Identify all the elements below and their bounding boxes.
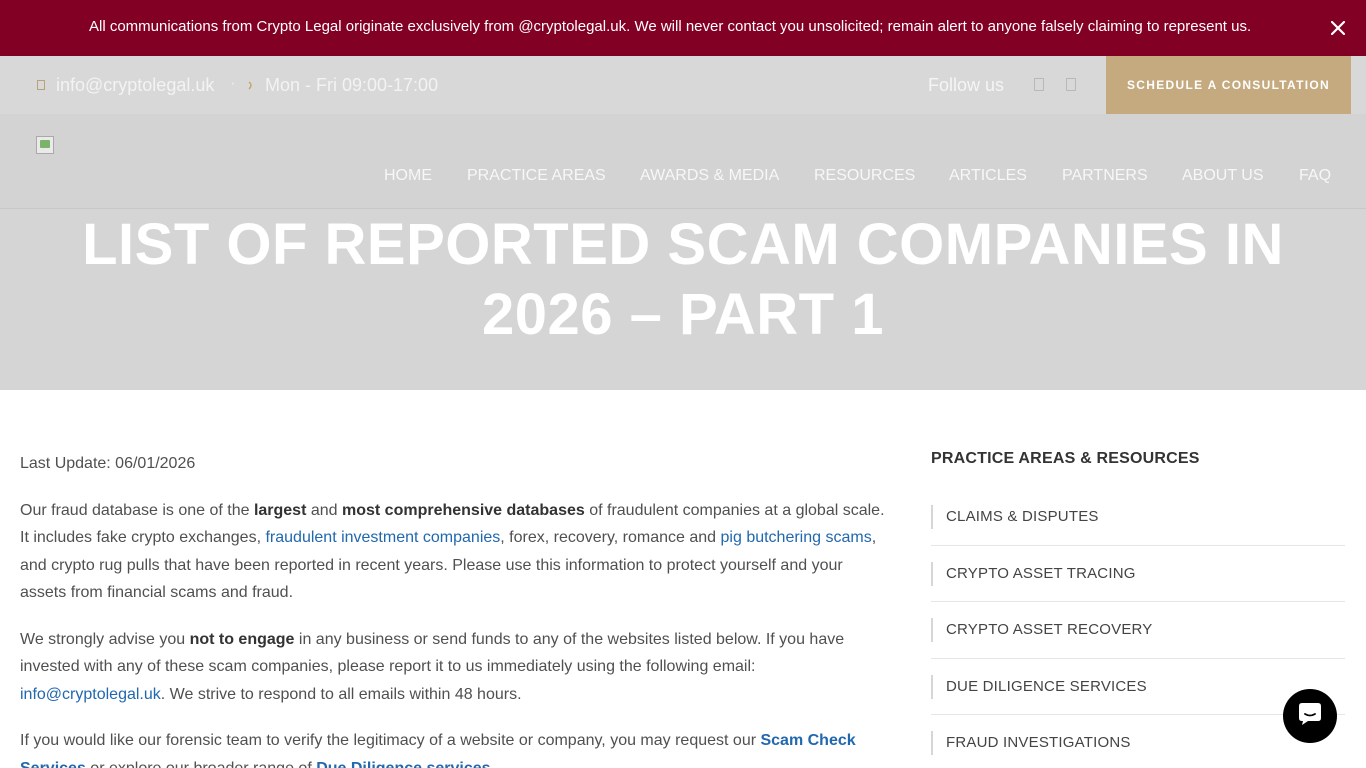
nav-about-us[interactable]: ABOUT US [1182,167,1264,185]
intro-paragraph: Our fraud database is one of the largest… [20,497,888,607]
text: . We strive to respond to all emails wit… [160,685,522,703]
text: , forex, recovery, romance and [500,529,721,546]
sidebar-item-crypto-asset-tracing[interactable]: CRYPTO ASSET TRACING [931,546,1345,602]
nav-home[interactable]: HOME [384,167,432,185]
nav-practice-areas[interactable]: PRACTICE AREAS [467,167,606,185]
clock-icon [247,78,255,92]
sidebar-item-label: CRYPTO ASSET TRACING [946,564,1136,582]
sidebar-item-label: CLAIMS & DISPUTES [946,508,1099,525]
sidebar-item-claims-disputes[interactable]: CLAIMS & DISPUTES [931,489,1345,546]
logo[interactable] [36,136,54,154]
sidebar-item-label: CRYPTO ASSET RECOVERY [946,621,1153,638]
topbar-email-link[interactable]: info@cryptolegal.uk [56,75,214,96]
sidebar-title: PRACTICE AREAS & RESOURCES [931,450,1200,467]
email-link[interactable]: info@cryptolegal.uk [20,686,161,703]
nav-awards-media[interactable]: AWARDS & MEDIA [640,167,779,185]
article-body: Last Update: 06/01/2026 Our fraud databa… [20,450,888,768]
due-diligence-link[interactable]: Due Diligence services [316,760,490,768]
topbar-separator: · [230,75,236,92]
text: and [306,501,342,519]
sidebar-item-crypto-asset-recovery[interactable]: CRYPTO ASSET RECOVERY [931,602,1345,659]
text: Our fraud database is one of the [20,501,254,519]
chat-button[interactable] [1283,689,1337,743]
scam-check-paragraph: If you would like our forensic team to v… [20,727,888,768]
last-update: Last Update: 06/01/2026 [20,455,196,472]
text: We strongly advise you [20,630,190,648]
page-title: LIST OF REPORTED SCAM COMPANIES IN 2026 … [60,210,1306,350]
bold-text: not to engage [189,630,295,648]
sidebar-item-label: DUE DILIGENCE SERVICES [946,677,1147,695]
page-title-line-2: 2026 – PART 1 [482,282,884,347]
sidebar-item-fraud-investigations[interactable]: FRAUD INVESTIGATIONS [931,715,1345,768]
nav-partners[interactable]: PARTNERS [1062,167,1148,185]
hero-section: info@cryptolegal.uk · Mon - Fri 09:00-17… [0,56,1366,390]
alert-text: All communications from Crypto Legal ori… [89,18,1252,35]
facebook-icon[interactable] [1034,78,1044,91]
linkedin-icon[interactable] [1066,78,1076,91]
nav-articles[interactable]: ARTICLES [949,167,1027,185]
nav-resources[interactable]: RESOURCES [814,167,915,185]
pig-butchering-link[interactable]: pig butchering scams [721,529,872,546]
advice-paragraph: We strongly advise you not to engage in … [20,626,888,709]
schedule-consultation-button[interactable]: SCHEDULE A CONSULTATION [1106,56,1351,114]
main-nav: HOME PRACTICE AREAS AWARDS & MEDIA RESOU… [0,114,1366,209]
bold-text: largest [253,501,307,519]
alert-banner: All communications from Crypto Legal ori… [0,0,1366,56]
chat-icon [1296,701,1324,732]
topbar-hours: Mon - Fri 09:00-17:00 [265,75,439,95]
page-title-line-1: LIST OF REPORTED SCAM COMPANIES IN [82,212,1284,277]
nav-faq[interactable]: FAQ [1299,167,1331,185]
fraudulent-investment-link[interactable]: fraudulent investment companies [265,529,500,546]
text: or explore our broader range of [85,759,317,768]
sidebar-item-due-diligence[interactable]: DUE DILIGENCE SERVICES [931,659,1345,715]
text: . [490,759,495,768]
close-icon[interactable] [1324,14,1352,42]
bold-text: most comprehensive databases [342,501,585,519]
top-bar: info@cryptolegal.uk · Mon - Fri 09:00-17… [0,56,1366,114]
follow-us-label: Follow us [928,75,1005,95]
envelope-icon [37,78,45,92]
sidebar-item-label: FRAUD INVESTIGATIONS [946,734,1131,751]
text: If you would like our forensic team to v… [20,732,761,749]
sidebar-list: CLAIMS & DISPUTES CRYPTO ASSET TRACING C… [931,489,1345,768]
